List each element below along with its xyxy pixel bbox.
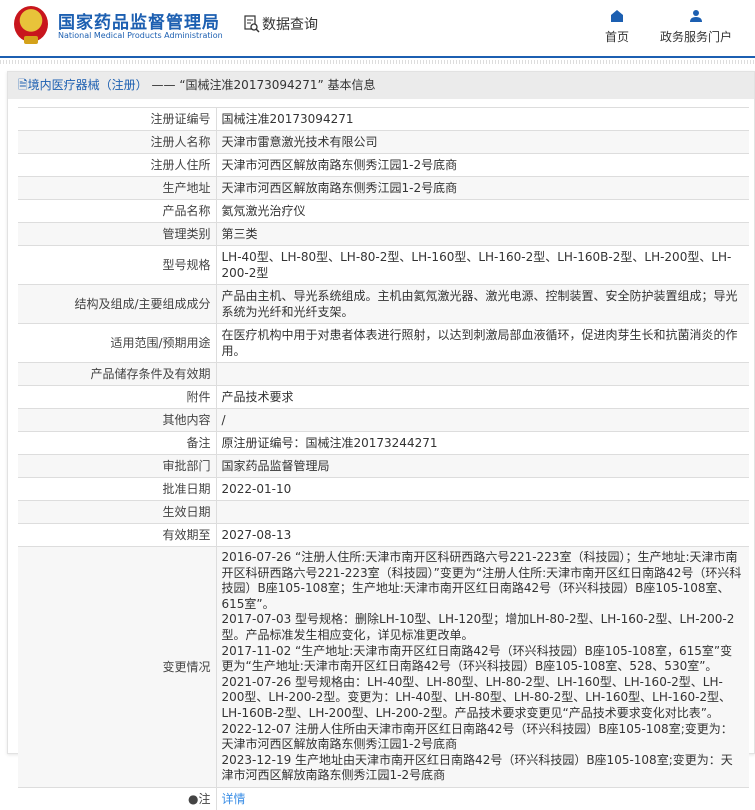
table-row: 产品名称 氦氖激光治疗仪 xyxy=(18,199,749,223)
row-label: 附件 xyxy=(18,385,217,409)
nav-home-label: 首页 xyxy=(605,30,630,44)
change-entry: 2017-07-03 型号规格：删除LH-10型、LH-120型；增加LH-80… xyxy=(221,612,735,642)
row-value: / xyxy=(216,408,749,432)
row-value xyxy=(216,362,749,386)
table-row: 备注 原注册证编号：国械注准20173244271 xyxy=(18,431,749,455)
row-label: 产品储存条件及有效期 xyxy=(18,362,217,386)
row-label: 审批部门 xyxy=(18,454,217,478)
table-row: 有效期至 2027-08-13 xyxy=(18,523,749,547)
row-label: 生产地址 xyxy=(18,176,217,200)
row-value: 在医疗机构中用于对患者体表进行照射，以达到刺激局部血液循环，促进肉芽生长和抗菌消… xyxy=(216,323,749,363)
table-row: 注册人住所 天津市河西区解放南路东侧秀江园1-2号底商 xyxy=(18,153,749,177)
change-entry: 2016-07-26 “注册人住所:天津市南开区科研西路六号221-223室（科… xyxy=(221,550,742,611)
row-label: 注册证编号 xyxy=(18,107,217,131)
row-label: 管理类别 xyxy=(18,222,217,246)
divider xyxy=(0,60,755,64)
note-label: 注 xyxy=(198,791,211,806)
detail-table: 注册证编号 国械注准20173094271 注册人名称 天津市雷意激光技术有限公司 注册… xyxy=(18,107,749,810)
table-row: 生效日期 xyxy=(18,500,749,524)
table-row-note: ●注 详情 xyxy=(18,786,749,810)
change-entry: 2022-12-07 注册人住所由天津市南开区红日南路42号（环兴科技园）B座1… xyxy=(221,721,733,752)
row-label: 注册人住所 xyxy=(18,153,217,177)
table-row: 结构及组成/主要组成成分 产品由主机、导光系统组成。主机由氦氖激光器、激光电源、控… xyxy=(18,284,749,324)
table-row: 生产地址 天津市河西区解放南路东侧秀江园1-2号底商 xyxy=(18,176,749,200)
change-entry: 2021-07-26 型号规格由：LH-40型、LH-80型、LH-80-2型、… xyxy=(221,674,732,720)
separator: —— xyxy=(151,78,176,92)
nav-home[interactable]: 首页 xyxy=(605,10,629,45)
table-row-changes: 变更情况 2016-07-26 “注册人住所:天津市南开区科研西路六号221-22… xyxy=(18,546,749,788)
user-icon xyxy=(690,10,702,22)
lightbulb-icon: ● xyxy=(188,791,199,806)
row-label: 适用范围/预期用途 xyxy=(18,323,217,363)
breadcrumb[interactable]: 境内医疗器械（注册） xyxy=(28,78,148,92)
row-value: 天津市河西区解放南路东侧秀江园1-2号底商 xyxy=(216,153,749,177)
document-search-icon xyxy=(244,15,260,33)
details-link[interactable]: 详情 xyxy=(222,792,246,806)
row-label: 注册人名称 xyxy=(18,130,217,154)
row-value: 2027-08-13 xyxy=(216,523,749,547)
table-row: 其他内容 / xyxy=(18,408,749,432)
table-row: 注册人名称 天津市雷意激光技术有限公司 xyxy=(18,130,749,154)
row-value: 国家药品监督管理局 xyxy=(216,454,749,478)
row-value: 第三类 xyxy=(216,222,749,246)
row-value: 原注册证编号：国械注准20173244271 xyxy=(216,431,749,455)
row-value: 天津市河西区解放南路东侧秀江园1-2号底商 xyxy=(216,176,749,200)
table-row: 注册证编号 国械注准20173094271 xyxy=(18,107,749,131)
site-header: 国家药品监督管理局 National Medical Products Admi… xyxy=(0,0,755,58)
row-value: 产品技术要求 xyxy=(216,385,749,409)
page-title: “国械注准20173094271” 基本信息 xyxy=(179,78,376,92)
nav-gov-services-label: 政务服务门户 xyxy=(660,30,733,44)
row-value: 国械注准20173094271 xyxy=(216,107,749,131)
table-row: 附件 产品技术要求 xyxy=(18,385,749,409)
row-value: 详情 xyxy=(216,786,749,810)
brand-name-en: National Medical Products Administration xyxy=(58,31,223,40)
detail-panel: 🗎境内医疗器械（注册） —— “国械注准20173094271” 基本信息 注册… xyxy=(7,71,755,810)
document-icon: 🗎 xyxy=(18,78,28,92)
table-row: 批准日期 2022-01-10 xyxy=(18,477,749,501)
national-emblem-logo[interactable] xyxy=(14,6,48,44)
home-icon xyxy=(611,10,623,22)
row-label: 批准日期 xyxy=(18,477,217,501)
row-value: 2022-01-10 xyxy=(216,477,749,501)
row-label: ●注 xyxy=(18,786,217,810)
table-row: 适用范围/预期用途 在医疗机构中用于对患者体表进行照射，以达到刺激局部血液循环，促… xyxy=(18,323,749,363)
nav-gov-services[interactable]: 政务服务门户 xyxy=(660,10,732,45)
row-value: LH-40型、LH-80型、LH-80-2型、LH-160型、LH-160-2型… xyxy=(216,245,749,285)
table-row: 产品储存条件及有效期 xyxy=(18,362,749,386)
row-label: 有效期至 xyxy=(18,523,217,547)
row-label: 型号规格 xyxy=(18,245,217,285)
row-label: 生效日期 xyxy=(18,500,217,524)
row-label: 备注 xyxy=(18,431,217,455)
panel-title: 🗎境内医疗器械（注册） —— “国械注准20173094271” 基本信息 xyxy=(8,72,754,99)
data-query-label: 数据查询 xyxy=(262,17,318,33)
change-entry: 2023-12-19 生产地址由天津市南开区红日南路42号（环兴科技园）B座10… xyxy=(221,752,733,783)
row-label: 变更情况 xyxy=(18,546,217,788)
row-label: 其他内容 xyxy=(18,408,217,432)
table-row: 型号规格 LH-40型、LH-80型、LH-80-2型、LH-160型、LH-16… xyxy=(18,245,749,285)
brand-name[interactable]: 国家药品监督管理局 xyxy=(58,8,220,33)
change-entry: 2017-11-02 “生产地址:天津市南开区红日南路42号（环兴科技园）B座1… xyxy=(221,643,733,674)
table-row: 审批部门 国家药品监督管理局 xyxy=(18,454,749,478)
row-value: 产品由主机、导光系统组成。主机由氦氖激光器、激光电源、控制装置、安全防护装置组成… xyxy=(216,284,749,324)
data-query-section[interactable]: 数据查询 xyxy=(244,14,318,34)
row-value xyxy=(216,500,749,524)
row-value: 氦氖激光治疗仪 xyxy=(216,199,749,223)
row-value: 天津市雷意激光技术有限公司 xyxy=(216,130,749,154)
row-label: 结构及组成/主要组成成分 xyxy=(18,284,217,324)
table-row: 管理类别 第三类 xyxy=(18,222,749,246)
change-history: 2016-07-26 “注册人住所:天津市南开区科研西路六号221-223室（科… xyxy=(216,546,749,788)
row-label: 产品名称 xyxy=(18,199,217,223)
